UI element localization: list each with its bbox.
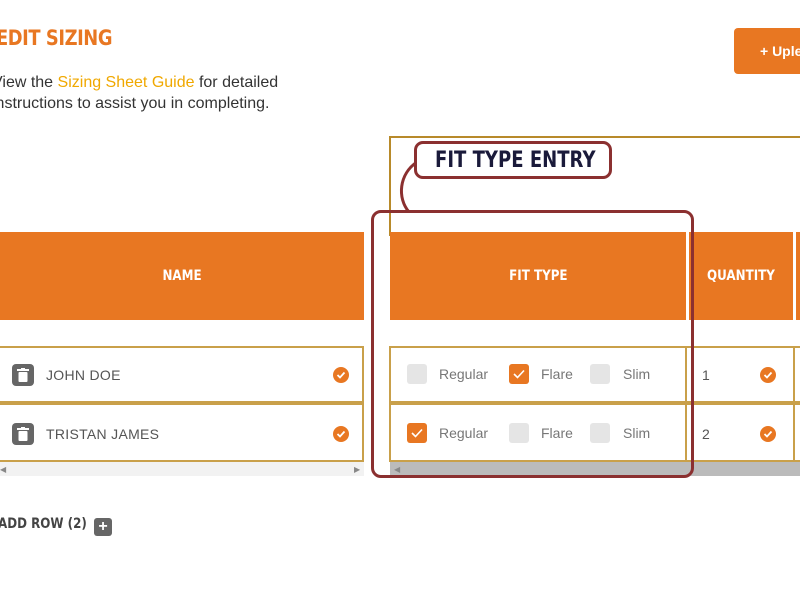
name-header-label: NAME bbox=[162, 268, 202, 284]
fit-type-callout: FIT TYPE ENTRY bbox=[414, 141, 612, 179]
table-row: TRISTAN JAMES bbox=[0, 403, 364, 462]
quantity-column-header: QUANTITY bbox=[689, 232, 793, 320]
row-name: TRISTAN JAMES bbox=[46, 426, 160, 442]
plus-icon[interactable]: + bbox=[94, 518, 112, 536]
page-title: EDIT SIZING bbox=[0, 26, 113, 50]
extra-column-header bbox=[796, 232, 800, 320]
callout-label: FIT TYPE ENTRY bbox=[435, 148, 596, 173]
row-quantity[interactable]: 2 bbox=[702, 426, 710, 442]
check-circle-icon bbox=[333, 367, 349, 383]
check-circle-icon bbox=[333, 426, 349, 442]
scroll-right-arrow-icon[interactable]: ▶ bbox=[354, 465, 360, 474]
column-divider bbox=[793, 405, 795, 460]
row-name: JOHN DOE bbox=[46, 367, 121, 383]
check-circle-icon bbox=[760, 426, 776, 442]
page-subtitle: View the Sizing Sheet Guide for detailed… bbox=[0, 72, 312, 114]
subtitle-line2: instructions to assist you in completing… bbox=[0, 95, 270, 112]
trash-icon[interactable] bbox=[12, 364, 34, 386]
sizing-guide-link[interactable]: Sizing Sheet Guide bbox=[58, 74, 195, 91]
name-column-header: NAME bbox=[0, 232, 364, 320]
row-quantity[interactable]: 1 bbox=[702, 367, 710, 383]
scroll-left-arrow-icon[interactable]: ◀ bbox=[0, 465, 6, 474]
subtitle-suffix: for detailed bbox=[194, 74, 279, 91]
upload-button[interactable]: + Uple bbox=[734, 28, 800, 74]
quantity-header-label: QUANTITY bbox=[707, 268, 775, 284]
fit-type-highlight bbox=[371, 210, 694, 478]
name-table-scrollbar[interactable] bbox=[0, 462, 364, 476]
column-divider bbox=[793, 348, 795, 401]
add-row-label[interactable]: ADD ROW (2) bbox=[0, 516, 87, 532]
trash-icon[interactable] bbox=[12, 423, 34, 445]
table-row: JOHN DOE bbox=[0, 346, 364, 403]
check-circle-icon bbox=[760, 367, 776, 383]
subtitle-prefix: View the bbox=[0, 74, 54, 91]
panel-frame-top bbox=[389, 136, 800, 138]
